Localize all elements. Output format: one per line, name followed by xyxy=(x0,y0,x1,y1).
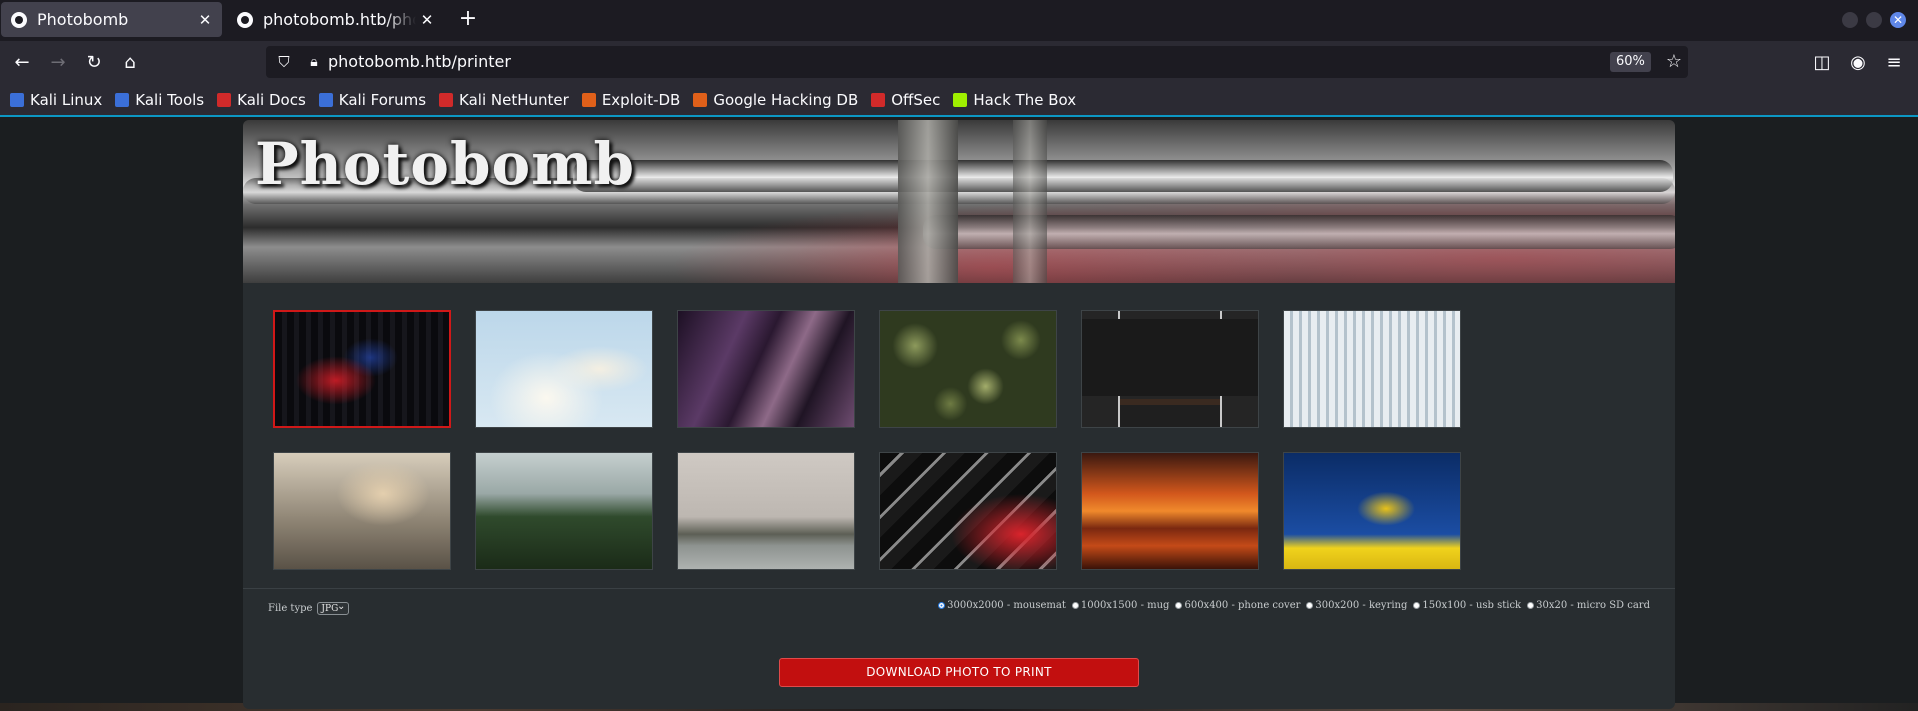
radio-button[interactable] xyxy=(1306,602,1314,609)
url-text[interactable]: photobomb.htb/printer xyxy=(328,46,511,78)
hero-banner: Photobomb xyxy=(243,120,1675,283)
extension-icon[interactable]: ◉ xyxy=(1846,51,1870,75)
shield-icon[interactable]: ⛉ xyxy=(274,52,294,72)
page-title: Photobomb xyxy=(255,130,636,198)
home-icon[interactable]: ⌂ xyxy=(118,51,142,75)
controls-divider xyxy=(243,588,1675,589)
banner-roller xyxy=(573,160,1673,192)
size-option-mousemat[interactable]: 3000x2000 - mousemat xyxy=(938,600,1066,611)
photo-thumbnail-7[interactable] xyxy=(273,452,451,570)
bookmark-offsec[interactable]: OffSec xyxy=(871,91,940,109)
site-favicon-icon xyxy=(11,11,27,28)
file-type-select[interactable]: JPG xyxy=(317,600,350,615)
bookmark-kali-nethunter[interactable]: Kali NetHunter xyxy=(439,91,569,109)
size-option-phone-cover[interactable]: 600x400 - phone cover xyxy=(1175,600,1300,611)
radio-button[interactable] xyxy=(938,602,946,609)
photo-thumbnail-1[interactable] xyxy=(273,310,451,428)
reload-icon[interactable]: ↻ xyxy=(82,51,106,75)
pocket-icon[interactable]: ◫ xyxy=(1810,51,1834,75)
kali-forums-icon xyxy=(318,93,333,107)
photo-thumbnail-5[interactable] xyxy=(1081,310,1259,428)
offsec-icon xyxy=(871,93,886,107)
page-viewport: Photobomb File type JPG 3000x2000 - mous… xyxy=(0,115,1918,711)
tab-title: Photobomb xyxy=(37,10,129,29)
bookmark-hack-the-box[interactable]: Hack The Box xyxy=(953,91,1076,109)
hack-the-box-icon xyxy=(953,93,968,107)
zoom-level-badge[interactable]: 60% xyxy=(1610,52,1651,72)
size-option-micro-sd-card[interactable]: 30x20 - micro SD card xyxy=(1527,600,1650,611)
bookmarks-toolbar: Kali Linux Kali Tools Kali Docs Kali For… xyxy=(0,85,1918,115)
banner-machine-frame xyxy=(1013,120,1047,283)
plus-icon[interactable]: + xyxy=(456,6,480,32)
kali-docs-icon xyxy=(217,93,232,107)
radio-button[interactable] xyxy=(1413,602,1421,609)
minimize-window-button[interactable] xyxy=(1842,12,1858,28)
site-favicon-icon xyxy=(237,11,253,28)
photo-thumbnail-8[interactable] xyxy=(475,452,653,570)
close-tab-icon[interactable]: ✕ xyxy=(416,11,438,29)
forward-arrow-icon[interactable]: → xyxy=(46,51,70,75)
close-tab-icon[interactable]: ✕ xyxy=(194,11,216,29)
radio-button[interactable] xyxy=(1527,602,1535,609)
photo-thumbnail-3[interactable] xyxy=(677,310,855,428)
radio-button[interactable] xyxy=(1175,602,1183,609)
radio-button[interactable] xyxy=(1071,602,1079,609)
size-option-usb-stick[interactable]: 150x100 - usb stick xyxy=(1413,600,1521,611)
photo-thumbnail-6[interactable] xyxy=(1283,310,1461,428)
bookmark-kali-tools[interactable]: Kali Tools xyxy=(115,91,204,109)
kali-icon xyxy=(10,93,24,107)
download-photo-button[interactable]: DOWNLOAD PHOTO TO PRINT xyxy=(779,658,1139,687)
file-type-label: File type xyxy=(268,603,313,614)
tab-strip: Photobomb ✕ photobomb.htb/photobomb ✕ + … xyxy=(0,0,1918,41)
tab-photobomb[interactable]: Photobomb ✕ xyxy=(1,2,222,37)
photo-thumbnail-4[interactable] xyxy=(879,310,1057,428)
exploit-db-icon xyxy=(581,93,596,107)
size-options: 3000x2000 - mousemat 1000x1500 - mug 600… xyxy=(932,600,1650,611)
navigation-toolbar: ← → ↻ ⌂ ⛉ 🔒︎ photobomb.htb/printer 60% ☆… xyxy=(0,41,1918,85)
bookmark-kali-docs[interactable]: Kali Docs xyxy=(217,91,306,109)
photo-thumbnail-10[interactable] xyxy=(879,452,1057,570)
close-window-button[interactable]: ✕ xyxy=(1890,12,1906,28)
address-bar[interactable]: ⛉ 🔒︎ photobomb.htb/printer 60% ☆ xyxy=(266,46,1688,78)
photo-thumbnail-2[interactable] xyxy=(475,310,653,428)
nethunter-icon xyxy=(439,93,454,107)
menu-icon[interactable]: ≡ xyxy=(1882,51,1906,75)
kali-tools-icon xyxy=(115,93,130,107)
maximize-window-button[interactable] xyxy=(1866,12,1882,28)
size-option-mug[interactable]: 1000x1500 - mug xyxy=(1071,600,1169,611)
back-arrow-icon[interactable]: ← xyxy=(10,51,34,75)
ghdb-icon xyxy=(693,93,708,107)
bookmark-kali-forums[interactable]: Kali Forums xyxy=(318,91,426,109)
tab-title: photobomb.htb/photobomb xyxy=(263,10,416,29)
banner-machine-frame xyxy=(898,120,958,283)
photo-thumbnail-9[interactable] xyxy=(677,452,855,570)
lock-icon[interactable]: 🔒︎ xyxy=(304,52,324,72)
bookmark-google-hacking-db[interactable]: Google Hacking DB xyxy=(693,91,858,109)
file-type-control: File type JPG xyxy=(268,600,350,615)
bookmark-star-icon[interactable]: ☆ xyxy=(1662,50,1686,74)
size-option-keyring[interactable]: 300x200 - keyring xyxy=(1306,600,1407,611)
photo-thumbnail-11[interactable] xyxy=(1081,452,1259,570)
tab-photobomb-printer[interactable]: photobomb.htb/photobomb ✕ xyxy=(227,2,444,37)
printer-panel: Photobomb File type JPG 3000x2000 - mous… xyxy=(243,120,1675,709)
bookmark-exploit-db[interactable]: Exploit-DB xyxy=(581,91,680,109)
photo-thumbnail-12[interactable] xyxy=(1283,452,1461,570)
bookmark-kali-linux[interactable]: Kali Linux xyxy=(10,91,102,109)
